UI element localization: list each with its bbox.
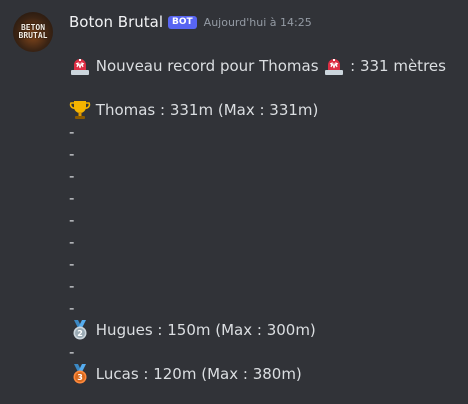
rotating-light-icon: [323, 55, 345, 77]
headline-suffix: : 331 mètres: [350, 57, 446, 75]
record-headline: Nouveau record pour Thomas : 331 mètres: [69, 55, 459, 77]
chat-message: BETON BRUTAL Boton Brutal BOT Aujourd'hu…: [0, 0, 468, 404]
separator-line: -: [69, 123, 75, 141]
third-place-text: Lucas : 120m (Max : 380m): [95, 365, 302, 383]
bot-badge: BOT: [168, 15, 197, 29]
third-place-medal-icon: 3: [69, 363, 91, 385]
separator-line: -: [69, 145, 75, 163]
separator-line: -: [69, 211, 75, 229]
avatar[interactable]: BETON BRUTAL: [13, 12, 53, 52]
author-name[interactable]: Boton Brutal: [69, 13, 163, 31]
leaderboard-entry-first: Thomas : 331m (Max : 331m): [69, 99, 459, 121]
svg-text:3: 3: [77, 373, 83, 382]
second-place-text: Hugues : 150m (Max : 300m): [95, 321, 316, 339]
headline-text: Nouveau record pour Thomas: [95, 57, 319, 75]
leaderboard-entry-third: 3 Lucas : 120m (Max : 380m): [69, 363, 459, 385]
avatar-logo-line-2: BRUTAL: [18, 31, 48, 40]
separator-line: -: [69, 277, 75, 295]
first-place-text: Thomas : 331m (Max : 331m): [95, 101, 319, 119]
separator-line: -: [69, 255, 75, 273]
leaderboard-entry-second: 2 Hugues : 150m (Max : 300m): [69, 319, 459, 341]
separator-line: -: [69, 343, 75, 361]
rotating-light-icon: [69, 55, 91, 77]
separator-line: -: [69, 299, 75, 317]
message-content: Nouveau record pour Thomas : 331 mètres: [69, 55, 459, 385]
separator-line: -: [69, 167, 75, 185]
message-timestamp[interactable]: Aujourd'hui à 14:25: [204, 16, 312, 29]
svg-text:2: 2: [77, 329, 83, 338]
message-header: Boton Brutal BOT Aujourd'hui à 14:25: [69, 11, 312, 33]
second-place-medal-icon: 2: [69, 319, 91, 341]
trophy-icon: [69, 99, 91, 121]
separator-line: -: [69, 189, 75, 207]
separator-line: -: [69, 233, 75, 251]
